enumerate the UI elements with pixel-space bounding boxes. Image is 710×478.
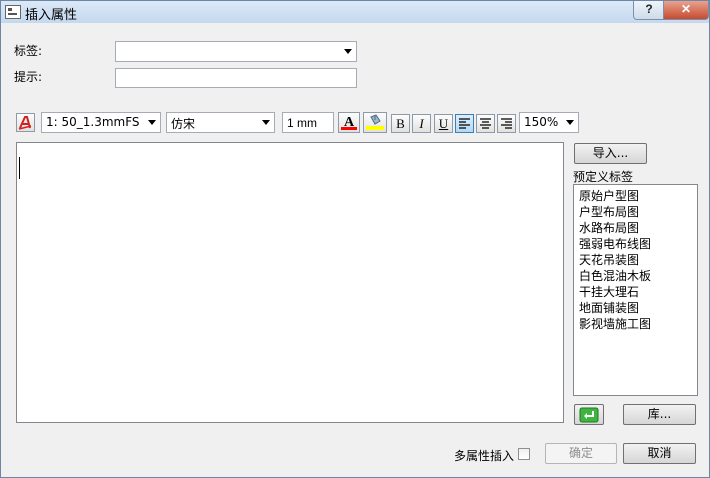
- align-center-icon: [480, 118, 491, 129]
- title-bar: 插入属性 ? ✕: [1, 1, 709, 23]
- font-select[interactable]: 仿宋: [166, 112, 275, 133]
- zoom-value: 150%: [524, 115, 559, 129]
- tag-label: 标签:: [14, 44, 43, 58]
- list-item[interactable]: 影视墙施工图: [579, 315, 651, 332]
- library-button[interactable]: 库...: [623, 404, 696, 425]
- align-right-button[interactable]: [497, 114, 516, 133]
- font-color-button[interactable]: A: [338, 112, 360, 133]
- text-editor[interactable]: [16, 142, 564, 423]
- cancel-button[interactable]: 取消: [623, 443, 696, 464]
- enter-arrow-icon: [579, 407, 599, 423]
- list-item[interactable]: 户型布局图: [579, 203, 639, 220]
- text-height-box[interactable]: [282, 112, 334, 133]
- text-style-select[interactable]: 1: 50_1.3mmFS: [41, 112, 161, 133]
- close-button[interactable]: ✕: [663, 1, 709, 20]
- prompt-label: 提示:: [14, 70, 43, 84]
- align-left-button[interactable]: [455, 114, 474, 133]
- insert-attribute-dialog: 插入属性 ? ✕ 标签: 提示: 1: 50_1.3mmFS 仿宋 A: [0, 0, 710, 478]
- list-item[interactable]: 强弱电布线图: [579, 235, 651, 252]
- font-color-swatch: [341, 127, 357, 130]
- list-item[interactable]: 干挂大理石: [579, 283, 639, 300]
- ok-button[interactable]: 确定: [545, 443, 617, 464]
- text-style-value: 1: 50_1.3mmFS: [46, 115, 140, 129]
- chevron-down-icon: [344, 49, 352, 54]
- prompt-input[interactable]: [116, 69, 356, 87]
- list-item[interactable]: 白色混油木板: [579, 267, 651, 284]
- bold-button[interactable]: B: [391, 114, 410, 133]
- underline-button[interactable]: U: [434, 114, 453, 133]
- align-left-icon: [459, 118, 470, 129]
- align-right-icon: [501, 118, 512, 129]
- predefined-tags-list[interactable]: 原始户型图 户型布局图 水路布局图 强弱电布线图 天花吊装图 白色混油木板 干挂…: [573, 184, 698, 396]
- window-title: 插入属性: [25, 8, 78, 23]
- list-item[interactable]: 水路布局图: [579, 219, 639, 236]
- align-center-button[interactable]: [476, 114, 495, 133]
- multi-insert-label: 多属性插入: [454, 449, 515, 463]
- import-button[interactable]: 导入...: [574, 143, 647, 164]
- app-icon: [5, 5, 21, 19]
- zoom-select[interactable]: 150%: [519, 112, 579, 133]
- help-button[interactable]: ?: [633, 1, 665, 20]
- multi-insert-checkbox[interactable]: [518, 448, 530, 460]
- italic-button[interactable]: I: [412, 114, 431, 133]
- text-height-input[interactable]: [283, 113, 333, 132]
- text-style-button[interactable]: [16, 113, 35, 132]
- list-item[interactable]: 原始户型图: [579, 187, 639, 204]
- chevron-down-icon: [262, 120, 270, 125]
- list-item[interactable]: 地面铺装图: [579, 299, 639, 316]
- tag-combo[interactable]: [115, 41, 357, 62]
- highlight-color-swatch: [366, 126, 384, 130]
- list-item[interactable]: 天花吊装图: [579, 251, 639, 268]
- text-style-icon: [18, 116, 32, 130]
- text-caret: [19, 157, 20, 179]
- predefined-tags-title: 预定义标签: [573, 170, 634, 184]
- chevron-down-icon: [148, 120, 156, 125]
- chevron-down-icon: [566, 120, 574, 125]
- font-value: 仿宋: [171, 117, 196, 131]
- insert-tag-button[interactable]: [574, 404, 604, 425]
- highlight-color-button[interactable]: [363, 112, 387, 133]
- prompt-input-box[interactable]: [115, 68, 357, 88]
